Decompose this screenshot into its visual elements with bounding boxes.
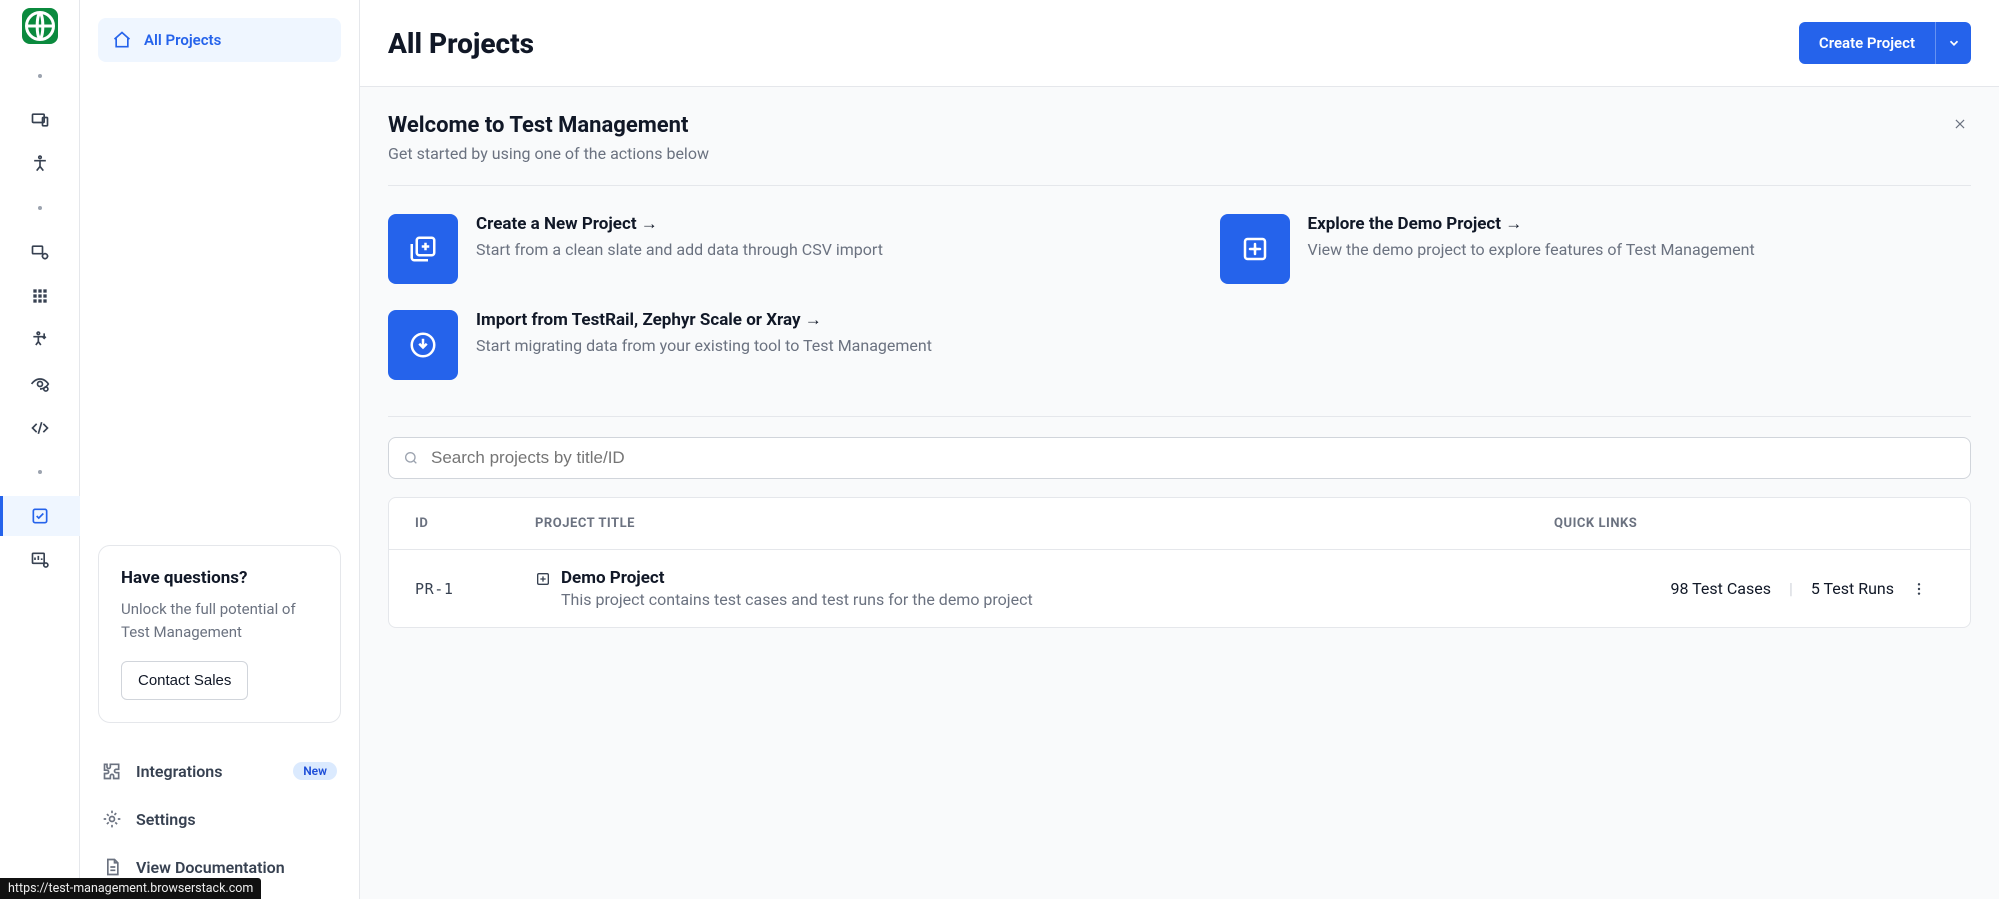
report-cog-icon <box>30 550 50 570</box>
gear-icon <box>102 809 122 829</box>
col-id: ID <box>415 516 535 531</box>
checklist-icon <box>30 506 50 526</box>
contact-sales-button[interactable]: Contact Sales <box>121 661 248 700</box>
table-header: ID PROJECT TITLE QUICK LINKS <box>389 498 1970 550</box>
document-icon <box>102 857 122 877</box>
devices-icon <box>30 110 50 130</box>
link-label: View Documentation <box>136 858 285 877</box>
welcome-subtitle: Get started by using one of the actions … <box>388 144 709 163</box>
create-project-icon <box>388 214 458 284</box>
action-explore-demo-project[interactable]: Explore the Demo Project → View the demo… <box>1220 214 1972 284</box>
main-header: All Projects Create Project <box>360 0 1999 86</box>
code-icon <box>30 418 50 438</box>
sidebar-item-all-projects[interactable]: All Projects <box>98 18 341 62</box>
status-bar-url: https://test-management.browserstack.com <box>0 878 261 899</box>
search-input[interactable] <box>431 448 1956 468</box>
help-card: Have questions? Unlock the full potentia… <box>98 545 341 723</box>
rail-separator-3 <box>0 452 80 492</box>
chevron-down-icon <box>1947 36 1961 50</box>
action-desc: Start migrating data from your existing … <box>476 336 932 355</box>
rail-item-a11y-import[interactable] <box>0 320 80 360</box>
product-icon-rail <box>0 0 80 899</box>
rail-item-accessibility[interactable] <box>0 144 80 184</box>
search-icon <box>403 450 419 466</box>
welcome-title: Welcome to Test Management <box>388 113 709 138</box>
action-title: Import from TestRail, Zephyr Scale or Xr… <box>476 310 932 330</box>
plus-layers-icon <box>408 234 438 264</box>
project-desc: This project contains test cases and tes… <box>561 590 1033 609</box>
project-id: PR-1 <box>415 580 535 598</box>
help-body: Unlock the full potential of Test Manage… <box>121 598 318 643</box>
rail-item-visual-testing[interactable] <box>0 364 80 404</box>
close-icon <box>1953 117 1967 131</box>
sidebar-link-integrations[interactable]: Integrations New <box>98 751 341 791</box>
rail-item-code[interactable] <box>0 408 80 448</box>
rail-item-responsive-settings[interactable] <box>0 232 80 272</box>
new-badge: New <box>293 762 337 780</box>
eye-cog-icon <box>30 374 50 394</box>
quick-link-test-runs[interactable]: 5 Test Runs <box>1811 579 1894 598</box>
rail-item-devices[interactable] <box>0 100 80 140</box>
rail-item-apps[interactable] <box>0 276 80 316</box>
col-quick-links: QUICK LINKS <box>1554 516 1894 531</box>
link-label: Integrations <box>136 762 222 781</box>
sidebar: All Projects Have questions? Unlock the … <box>80 0 360 899</box>
accessibility-import-icon <box>30 330 50 350</box>
puzzle-icon <box>102 761 122 781</box>
search-input-wrapper[interactable] <box>388 437 1971 479</box>
create-project-button[interactable]: Create Project <box>1799 22 1935 64</box>
sidebar-link-settings[interactable]: Settings <box>98 799 341 839</box>
quick-link-test-cases[interactable]: 98 Test Cases <box>1670 579 1770 598</box>
create-project-dropdown-button[interactable] <box>1935 22 1971 64</box>
action-import-data[interactable]: Import from TestRail, Zephyr Scale or Xr… <box>388 310 1140 380</box>
projects-table: ID PROJECT TITLE QUICK LINKS PR-1 Demo P… <box>388 497 1971 628</box>
divider: | <box>1789 579 1793 598</box>
close-welcome-button[interactable] <box>1949 113 1971 139</box>
table-row[interactable]: PR-1 Demo Project This project contains … <box>389 550 1970 627</box>
accessibility-icon <box>30 154 50 174</box>
devices-cog-icon <box>30 242 50 262</box>
help-title: Have questions? <box>121 568 318 588</box>
kebab-menu-icon <box>1911 581 1927 597</box>
link-label: Settings <box>136 810 196 829</box>
col-project-title: PROJECT TITLE <box>535 516 1554 531</box>
project-name: Demo Project <box>561 568 1033 588</box>
rail-item-reporting[interactable] <box>0 540 80 580</box>
row-actions-menu[interactable] <box>1894 581 1944 597</box>
sparkle-box-icon <box>1240 234 1270 264</box>
action-desc: View the demo project to explore feature… <box>1308 240 1755 259</box>
rail-separator-2 <box>0 188 80 228</box>
brand-logo[interactable] <box>22 8 58 44</box>
action-title: Explore the Demo Project → <box>1308 214 1755 234</box>
main-content: All Projects Create Project Welcome to T… <box>360 0 1999 899</box>
import-icon <box>388 310 458 380</box>
explore-demo-icon <box>1220 214 1290 284</box>
plus-square-icon <box>535 571 551 587</box>
action-create-new-project[interactable]: Create a New Project → Start from a clea… <box>388 214 1140 284</box>
rail-separator <box>0 56 80 96</box>
page-title: All Projects <box>388 27 534 60</box>
grid-icon <box>30 286 50 306</box>
download-circle-icon <box>408 330 438 360</box>
globe-icon <box>22 8 58 44</box>
sidebar-item-label: All Projects <box>144 31 221 49</box>
action-desc: Start from a clean slate and add data th… <box>476 240 883 259</box>
action-title: Create a New Project → <box>476 214 883 234</box>
create-project-button-group: Create Project <box>1799 22 1971 64</box>
home-icon <box>112 30 132 50</box>
rail-item-test-management[interactable] <box>0 496 80 536</box>
